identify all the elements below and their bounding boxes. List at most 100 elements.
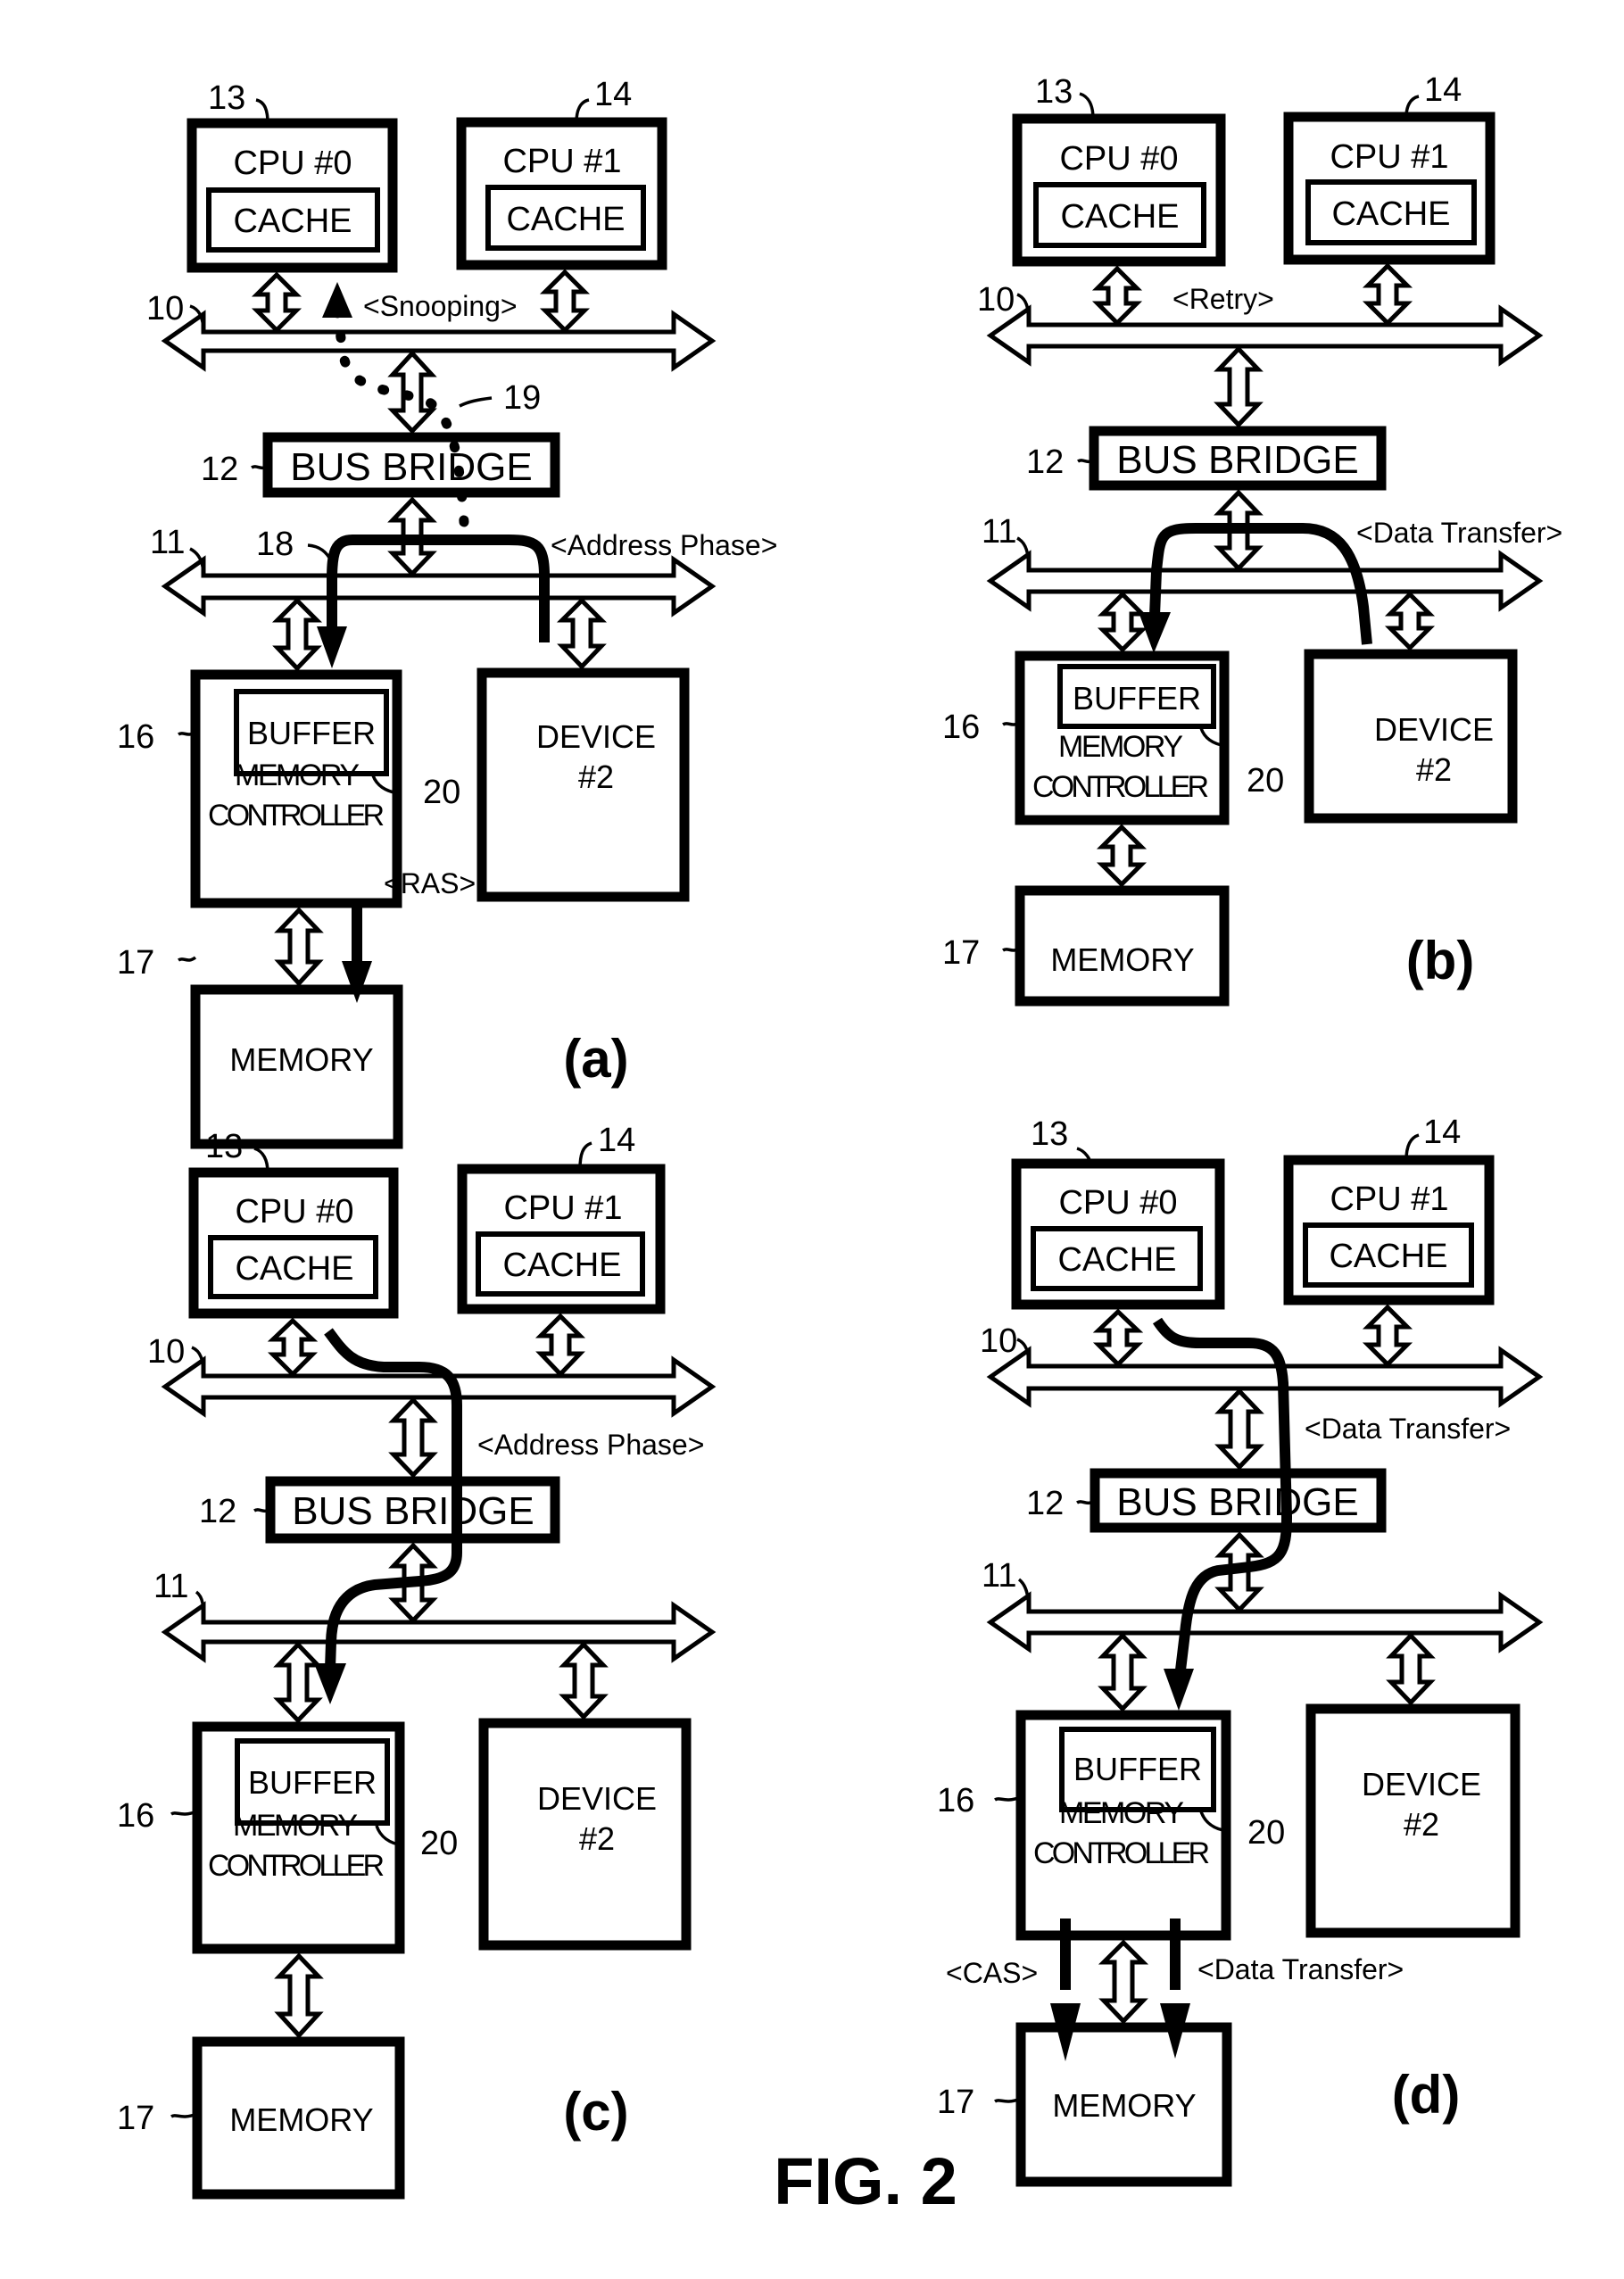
memctrl-label-1: MEMORY: [1058, 730, 1183, 764]
cpu1-label: CPU #1: [1330, 1181, 1448, 1218]
connector-memctrl-memory: [274, 1952, 324, 2039]
cpu1-cache-label: CACHE: [1329, 1238, 1447, 1275]
data-transfer-arrowhead-icon: [1139, 612, 1171, 653]
ref-11: 11: [982, 1557, 1016, 1595]
system-bus-10: [161, 310, 717, 372]
leader-12: [1076, 1499, 1096, 1505]
ref-10: 10: [977, 281, 1015, 319]
panel-label-d: (d): [1392, 2065, 1461, 2125]
connector-memctrl-memory: [1098, 1939, 1149, 2025]
device2-label-2: #2: [579, 1820, 615, 1857]
ref-14: 14: [598, 1122, 635, 1159]
connector-bus10-bridge: [388, 1396, 438, 1479]
signal-retry: <Retry>: [1172, 283, 1274, 315]
ref-19: 19: [503, 379, 541, 417]
ref-12: 12: [1026, 443, 1064, 481]
connector-cpu1-bus10: [534, 1313, 586, 1378]
ref-13: 13: [1031, 1115, 1068, 1153]
cpu0-label: CPU #0: [1059, 140, 1178, 178]
cpu0-cache-label: CACHE: [1060, 198, 1179, 236]
ref-11: 11: [153, 1568, 188, 1605]
device2-label-1: DEVICE: [537, 1780, 657, 1817]
connector-bus11-memctrl: [273, 1641, 323, 1724]
ref-12: 12: [1026, 1485, 1064, 1522]
bus-bridge-label: BUS BRIDGE: [292, 1489, 534, 1533]
local-bus-11: [161, 555, 717, 617]
cpu0-label: CPU #0: [235, 1193, 353, 1231]
buffer-label: BUFFER: [248, 1764, 377, 1801]
connector-bus11-device: [1384, 591, 1436, 651]
cas-arrow-shaft: [1060, 1919, 1071, 1990]
connector-cpu0-bus10: [1091, 265, 1143, 327]
connector-bus11-memctrl: [271, 597, 323, 672]
device2-label-2: #2: [1416, 751, 1452, 788]
connector-cpu1-bus10: [1362, 1304, 1413, 1368]
panel-label-b: (b): [1406, 931, 1475, 990]
connector-bus11-device: [1386, 1632, 1436, 1706]
ref-14: 14: [594, 76, 632, 113]
buffer-label: BUFFER: [1073, 680, 1201, 717]
panel-a: CPU #0 CACHE CPU #1 CACHE BUS BRIDGE BUF…: [117, 76, 777, 1149]
cpu0-cache-label: CACHE: [1057, 1241, 1176, 1279]
figure-title: FIG. 2: [774, 2144, 957, 2218]
leader-19: [459, 396, 493, 408]
memory-label: MEMORY: [1050, 941, 1194, 978]
data-transfer-arrowhead-icon: [1164, 1669, 1194, 1711]
fig2-diagram: CPU #0 CACHE CPU #1 CACHE BUS BRIDGE BUF…: [117, 71, 1562, 2218]
ref-13: 13: [208, 79, 245, 117]
connector-bus11-device: [559, 1641, 609, 1720]
leader-17: [178, 956, 197, 962]
leader-17: [1002, 946, 1022, 952]
leader-12: [253, 1507, 272, 1513]
ref-16: 16: [942, 709, 980, 746]
device2-label-2: #2: [1404, 1806, 1439, 1843]
ref-16: 16: [117, 1797, 154, 1835]
connector-bus11-memctrl: [1098, 1632, 1148, 1712]
ref-14: 14: [1424, 71, 1462, 109]
device2-label-2: #2: [578, 758, 614, 795]
ref-17: 17: [942, 934, 980, 972]
cpu1-cache-label: CACHE: [1331, 195, 1450, 233]
connector-bus10-bridge: [1214, 345, 1264, 428]
panel-label-c: (c): [563, 2082, 628, 2142]
bus-bridge-label: BUS BRIDGE: [1116, 438, 1358, 482]
ref-20: 20: [1247, 762, 1284, 800]
panel-c: CPU #0 CACHE CPU #1 CACHE BUS BRIDGE BUF…: [117, 1122, 717, 2200]
local-bus-11: [986, 550, 1544, 612]
connector-memctrl-memory: [1096, 824, 1148, 888]
memory-label: MEMORY: [229, 2101, 373, 2138]
panel-b: CPU #0 CACHE CPU #1 CACHE BUS BRIDGE BUF…: [942, 71, 1562, 1007]
connector-cpu1-bus10: [1362, 262, 1413, 327]
device2-label-1: DEVICE: [1362, 1766, 1481, 1802]
bus-bridge-label: BUS BRIDGE: [1116, 1480, 1358, 1524]
ref-16: 16: [937, 1782, 974, 1819]
leader-16: [1002, 720, 1022, 726]
connector-bus10-bridge: [387, 350, 437, 435]
cpu0-cache-label: CACHE: [235, 1250, 353, 1288]
ref-13: 13: [1035, 73, 1073, 111]
ref-10: 10: [980, 1322, 1017, 1360]
ref-16: 16: [117, 718, 154, 756]
memctrl-label-1: MEMORY: [233, 1809, 358, 1843]
signal-snooping: <Snooping>: [363, 290, 518, 322]
connector-memctrl-memory: [274, 907, 324, 987]
ref-18: 18: [256, 526, 294, 563]
cpu0-label: CPU #0: [233, 145, 352, 182]
cpu1-cache-label: CACHE: [502, 1247, 621, 1284]
cpu0-cache-label: CACHE: [233, 203, 352, 240]
memctrl-label-2: CONTROLLER: [1032, 770, 1209, 804]
cpu1-cache-label: CACHE: [506, 201, 625, 238]
ref-11: 11: [982, 513, 1016, 551]
connector-cpu0-bus10: [267, 1317, 319, 1378]
ref-13: 13: [205, 1128, 243, 1165]
leader-12: [1077, 458, 1096, 464]
signal-address-phase: <Address Phase>: [551, 529, 777, 561]
memctrl-label-1: MEMORY: [235, 758, 360, 792]
buffer-label: BUFFER: [1073, 1751, 1202, 1787]
data-arrow-shaft: [1170, 1919, 1181, 1990]
local-bus-11: [161, 1601, 717, 1663]
local-bus-11: [986, 1591, 1544, 1653]
ref-17: 17: [117, 944, 154, 982]
panel-label-a: (a): [563, 1029, 628, 1089]
signal-ras: <RAS>: [384, 867, 476, 899]
